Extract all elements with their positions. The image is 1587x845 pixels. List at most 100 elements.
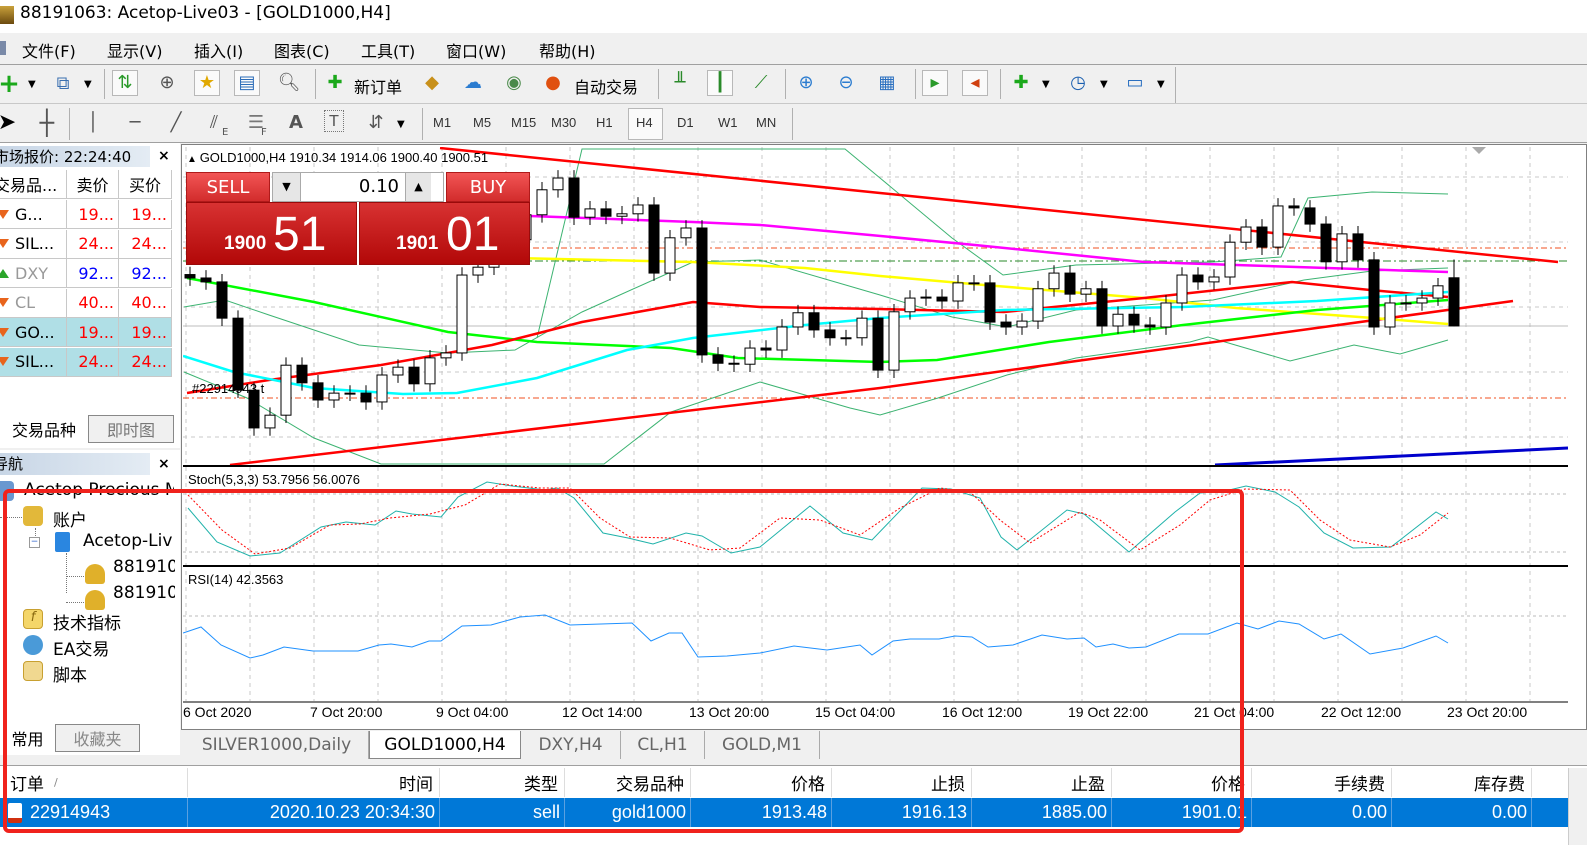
text-label-icon[interactable]: T — [324, 110, 344, 132]
column-header-swap[interactable]: 库存费 — [1392, 768, 1532, 797]
chart-tab-silver[interactable]: SILVER1000,Daily — [185, 731, 369, 759]
column-header-type[interactable]: 类型 — [440, 768, 565, 797]
volume-increase-icon[interactable]: ▲ — [405, 173, 431, 201]
candlestick-icon[interactable]: ┃ — [707, 70, 733, 96]
tab-tick-chart[interactable]: 即时图 — [88, 415, 174, 443]
timeframe-h4[interactable]: H4 — [636, 115, 653, 130]
tab-common[interactable]: 常用 — [0, 724, 55, 752]
market-watch-row-symbol[interactable]: SIL... — [0, 229, 67, 259]
tree-item-account[interactable]: 881910 — [113, 583, 175, 603]
horizontal-line-icon[interactable]: ─ — [122, 110, 148, 136]
tab-symbols[interactable]: 交易品种 — [0, 415, 88, 443]
market-watch-row-symbol[interactable]: DXY — [0, 259, 67, 288]
auto-trading-icon[interactable]: ● — [540, 70, 566, 96]
chevron-down-icon[interactable]: ▼ — [1100, 79, 1108, 90]
line-chart-icon[interactable]: ⟋ — [748, 70, 774, 96]
column-header-order[interactable]: 订单 / — [0, 768, 188, 797]
tree-item-indicators[interactable]: 技术指标 — [53, 609, 121, 634]
market-watch-row-symbol[interactable]: CL — [0, 288, 67, 318]
menu-help[interactable]: 帮助(H) — [539, 38, 596, 62]
tree-item-experts[interactable]: EA交易 — [53, 635, 109, 660]
chevron-down-icon[interactable]: ▼ — [397, 119, 405, 130]
sell-price[interactable]: 1900 51 — [186, 202, 357, 265]
column-header-current-price[interactable]: 价格 — [1112, 768, 1252, 797]
chart-tab-gold-m1[interactable]: GOLD,M1 — [705, 731, 820, 759]
volume-decrease-icon[interactable]: ▼ — [273, 173, 301, 201]
tab-favorites[interactable]: 收藏夹 — [55, 724, 140, 752]
column-header-ask[interactable]: 买价 — [119, 170, 172, 199]
volume-field[interactable]: ▼ 0.10 ▲ — [272, 172, 444, 202]
column-header-commission[interactable]: 手续费 — [1252, 768, 1392, 797]
chevron-down-icon[interactable]: ▼ — [28, 79, 36, 90]
strategy-tester-icon[interactable]: 🔍︎ — [276, 70, 302, 96]
close-icon[interactable]: × — [158, 456, 170, 472]
menu-window[interactable]: 窗口(W) — [446, 38, 506, 62]
tree-item-account[interactable]: 881910 — [113, 557, 175, 577]
vertical-scrollbar[interactable] — [1568, 768, 1587, 845]
chevron-down-icon[interactable]: ▼ — [84, 79, 92, 90]
collapse-triangle-icon[interactable]: ▲ — [187, 154, 200, 165]
auto-trading-button[interactable]: 自动交易 — [574, 74, 638, 98]
tile-windows-icon[interactable]: ▦ — [874, 70, 900, 96]
column-header-time[interactable]: 时间 — [188, 768, 440, 797]
chart-tab-gold-h4[interactable]: GOLD1000,H4 — [369, 731, 521, 759]
tree-item-server[interactable]: Acetop-Liv — [83, 531, 175, 551]
tree-item-accounts[interactable]: 账户 — [53, 506, 87, 531]
zoom-in-icon[interactable]: ⊕ — [793, 70, 819, 96]
new-order-button[interactable]: 新订单 — [354, 74, 402, 98]
data-window-icon[interactable]: ⊕ — [154, 70, 180, 96]
market-watch-icon[interactable]: ⇅ — [112, 70, 138, 96]
timeframe-m15[interactable]: M15 — [511, 115, 536, 130]
market-watch-row-symbol[interactable]: GO... — [0, 318, 67, 347]
indicators-icon[interactable]: ✚ — [1008, 70, 1034, 96]
menu-charts[interactable]: 图表(C) — [274, 38, 330, 62]
chevron-down-icon[interactable]: ▼ — [1157, 79, 1165, 90]
text-icon[interactable]: A — [283, 110, 309, 136]
signals-icon[interactable]: ◉ — [501, 70, 527, 96]
column-header-bid[interactable]: 卖价 — [67, 170, 119, 199]
volume-input[interactable]: 0.10 — [303, 176, 399, 197]
market-watch-row-symbol[interactable]: G... — [0, 200, 67, 229]
chart-tab-cl[interactable]: CL,H1 — [621, 731, 705, 759]
menu-file[interactable]: 文件(F) — [22, 38, 76, 62]
sell-button[interactable]: SELL — [186, 172, 270, 202]
buy-price[interactable]: 1901 01 — [359, 202, 530, 265]
profiles-icon[interactable]: ⧉ — [50, 71, 76, 97]
navigator-icon[interactable]: ★ — [194, 70, 220, 96]
trendline-icon[interactable]: ╱ — [163, 110, 189, 136]
timeframe-m1[interactable]: M1 — [433, 115, 451, 130]
terminal-icon[interactable]: ▤ — [234, 70, 260, 96]
menu-view[interactable]: 显示(V) — [107, 38, 162, 62]
column-header-tp[interactable]: 止盈 — [972, 768, 1112, 797]
auto-scroll-icon[interactable]: ▸ — [922, 70, 948, 96]
menu-insert[interactable]: 插入(I) — [194, 38, 243, 62]
timeframe-m30[interactable]: M30 — [551, 115, 576, 130]
periods-clock-icon[interactable]: ◷ — [1065, 70, 1091, 96]
timeframe-h1[interactable]: H1 — [596, 115, 613, 130]
column-header-price[interactable]: 价格 — [691, 768, 832, 797]
cloud-icon[interactable]: ☁ — [460, 70, 486, 96]
menu-tools[interactable]: 工具(T) — [361, 38, 415, 62]
new-chart-icon[interactable]: + — [0, 71, 22, 97]
buy-button[interactable]: BUY — [446, 172, 530, 202]
metaeditor-icon[interactable]: ◆ — [419, 70, 445, 96]
market-watch-row-symbol[interactable]: SIL... — [0, 347, 67, 377]
bar-chart-icon[interactable]: ╨ — [667, 70, 693, 96]
chart-tab-dxy[interactable]: DXY,H4 — [521, 731, 621, 759]
vertical-line-icon[interactable]: │ — [80, 110, 106, 136]
collapse-icon[interactable]: − — [29, 537, 40, 548]
zoom-out-icon[interactable]: ⊖ — [833, 70, 859, 96]
cursor-icon[interactable]: ➤ — [0, 110, 20, 136]
chart-shift-icon[interactable]: ◂ — [962, 70, 988, 96]
timeframe-mn[interactable]: MN — [756, 115, 776, 130]
tree-item-scripts[interactable]: 脚本 — [53, 661, 87, 686]
timeframe-m5[interactable]: M5 — [473, 115, 491, 130]
column-header-symbol[interactable]: 交易品... — [0, 170, 67, 199]
arrows-icon[interactable]: ⇵ — [363, 110, 389, 136]
close-icon[interactable]: × — [158, 148, 170, 164]
chevron-down-icon[interactable]: ▼ — [1042, 79, 1050, 90]
tree-item-root[interactable]: Acetop Precious M — [24, 480, 174, 500]
column-header-symbol[interactable]: 交易品种 — [565, 768, 691, 797]
crosshair-icon[interactable]: ┼ — [34, 110, 60, 136]
timeframe-d1[interactable]: D1 — [677, 115, 694, 130]
